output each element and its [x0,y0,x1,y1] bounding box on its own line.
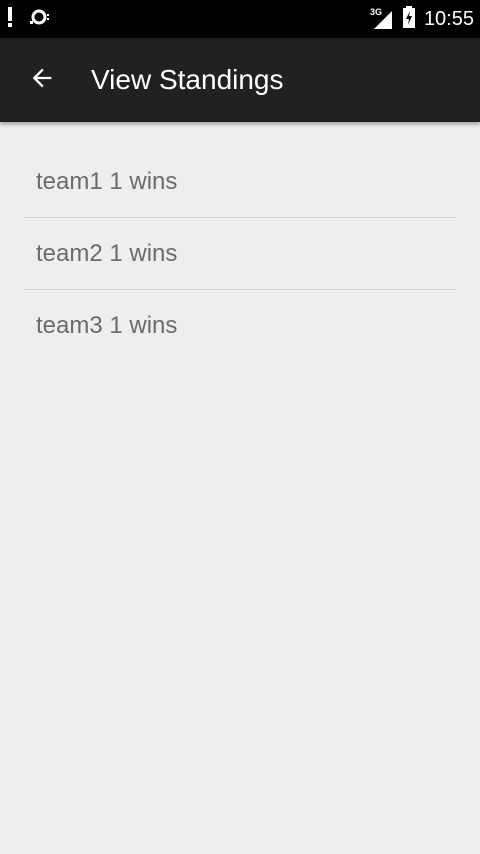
status-time: 10:55 [423,7,474,30]
alert-icon [6,6,14,33]
list-item-team2[interactable]: team2 1 wins [24,218,456,290]
app-bar: View Standings [0,38,480,122]
status-right: 3G 10:55 [370,0,474,38]
battery-icon [402,5,416,34]
page-title: View Standings [91,64,284,95]
list-item-team1[interactable]: team1 1 wins [24,146,456,218]
standings-list: team1 1 wins team2 1 wins team3 1 wins [24,146,456,362]
status-bar: 3G 10:55 [0,0,480,38]
back-button[interactable] [22,60,62,100]
status-left [6,0,52,38]
list-item-team3[interactable]: team3 1 wins [24,290,456,362]
sync-icon [28,6,52,33]
arrow-back-icon [28,64,56,97]
signal-icon: 3G [370,7,394,31]
